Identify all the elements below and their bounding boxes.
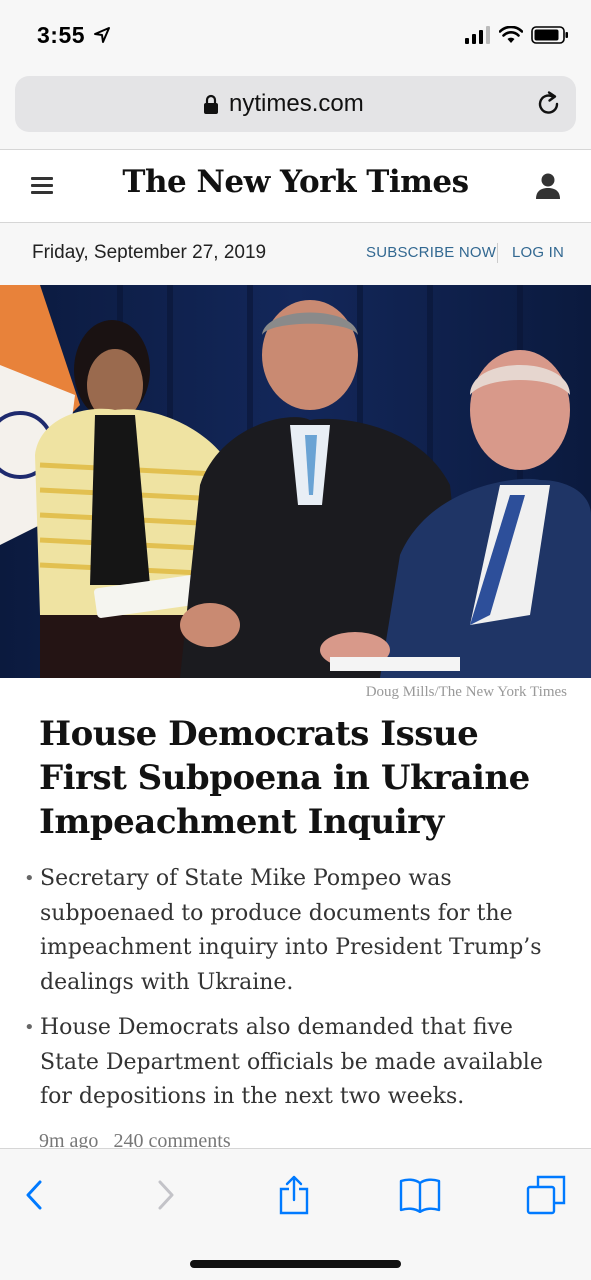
site-logo[interactable]: The New York Times xyxy=(0,164,591,200)
photo-credit: Doug Mills/The New York Times xyxy=(365,684,567,700)
article-summary: • Secretary of State Mike Pompeo was sub… xyxy=(24,862,564,1126)
photo-illustration xyxy=(0,285,591,678)
signal-icon xyxy=(465,26,490,44)
location-arrow-icon xyxy=(94,27,110,43)
bookmarks-icon xyxy=(399,1178,441,1213)
tabs-button[interactable] xyxy=(524,1173,568,1217)
back-icon xyxy=(26,1180,42,1210)
share-button[interactable] xyxy=(272,1173,316,1217)
summary-item: • Secretary of State Mike Pompeo was sub… xyxy=(24,862,564,1000)
article-headline[interactable]: House Democrats Issue First Subpoena in … xyxy=(39,712,559,844)
site-header: The New York Times xyxy=(0,150,591,223)
wifi-icon xyxy=(499,26,523,43)
summary-item: • House Democrats also demanded that fiv… xyxy=(24,1011,564,1115)
tabs-icon xyxy=(526,1175,566,1215)
date-bar: Friday, September 27, 2019 SUBSCRIBE NOW… xyxy=(0,223,591,285)
status-time: 3:55 xyxy=(37,22,86,48)
login-link[interactable]: LOG IN xyxy=(512,244,564,261)
browser-address-area: nytimes.com xyxy=(0,70,591,150)
summary-text: Secretary of State Mike Pompeo was subpo… xyxy=(40,866,542,995)
bookmarks-button[interactable] xyxy=(398,1173,442,1217)
forward-button[interactable] xyxy=(144,1173,188,1217)
divider xyxy=(497,243,498,263)
account-icon[interactable] xyxy=(535,172,561,200)
address-bar[interactable]: nytimes.com xyxy=(15,76,576,132)
summary-text: House Democrats also demanded that five … xyxy=(40,1015,543,1109)
lock-icon xyxy=(204,94,218,114)
bullet-icon: • xyxy=(24,1017,35,1038)
edition-date: Friday, September 27, 2019 xyxy=(32,242,267,263)
home-indicator[interactable] xyxy=(190,1260,401,1268)
reload-icon[interactable] xyxy=(535,90,563,118)
bullet-icon: • xyxy=(24,868,35,889)
url-text: nytimes.com xyxy=(229,90,364,117)
battery-icon xyxy=(531,26,568,44)
back-button[interactable] xyxy=(12,1173,56,1217)
status-bar: 3:55 xyxy=(0,0,591,70)
status-icons xyxy=(465,24,569,46)
article-photo[interactable] xyxy=(0,285,591,678)
subscribe-link[interactable]: SUBSCRIBE NOW xyxy=(366,244,496,261)
share-icon xyxy=(279,1175,309,1215)
forward-icon xyxy=(158,1180,174,1210)
